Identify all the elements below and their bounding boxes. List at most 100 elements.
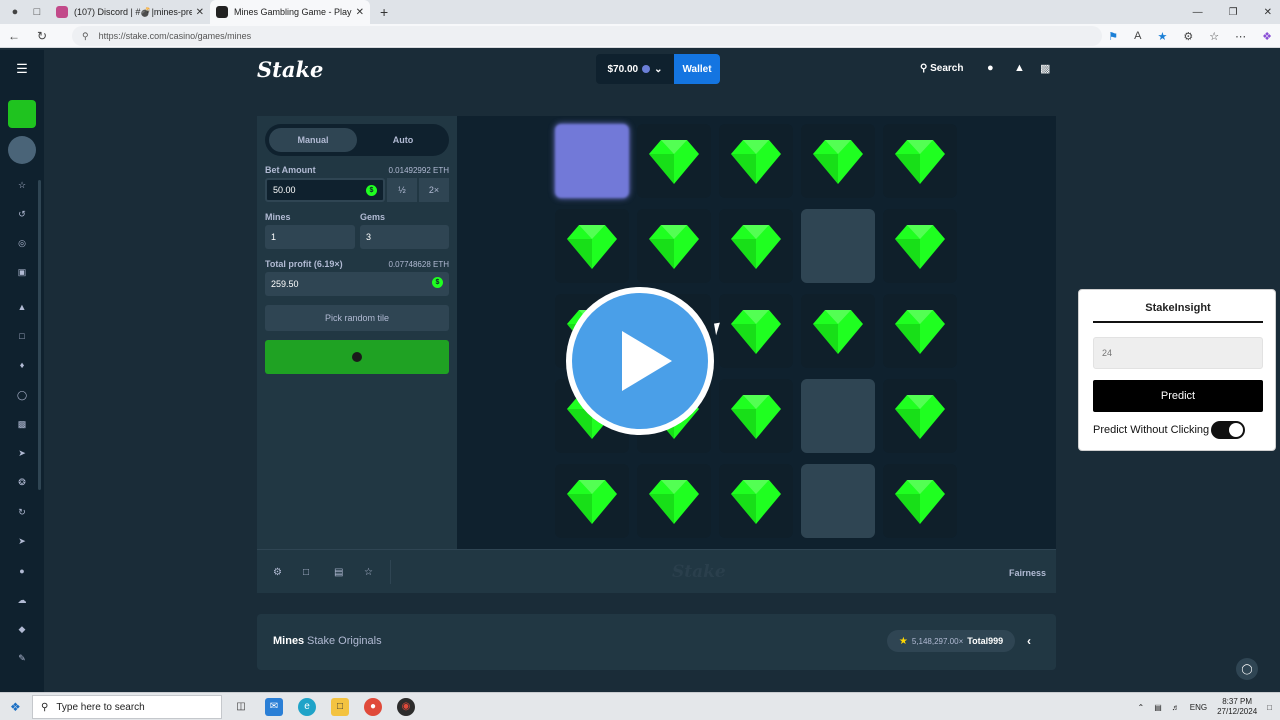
back-icon[interactable]: ← <box>0 29 28 43</box>
chevron-up-icon[interactable]: ⌃ <box>1138 703 1145 712</box>
tag-icon[interactable]: ⚑ <box>1108 30 1118 43</box>
gem-tile[interactable] <box>801 294 875 368</box>
network-icon[interactable]: ▤ <box>1154 703 1162 712</box>
gem-tile[interactable] <box>883 294 957 368</box>
cloud-icon[interactable]: ☁ <box>14 593 30 607</box>
close-window-icon[interactable]: ✕ <box>1264 7 1272 18</box>
gem-tile[interactable] <box>801 124 875 198</box>
selected-tile[interactable] <box>555 124 629 198</box>
menu-icon[interactable]: ☰ <box>14 62 30 76</box>
tab-auto[interactable]: Auto <box>361 128 445 152</box>
mines-input[interactable]: 1 <box>265 225 355 249</box>
gem-tile[interactable] <box>883 124 957 198</box>
file-explorer-icon[interactable]: □ <box>331 698 349 716</box>
history-icon[interactable]: ↺ <box>14 207 30 221</box>
tag-icon[interactable]: ➤ <box>14 534 30 548</box>
mines-count-input[interactable] <box>1093 337 1263 369</box>
recording-app-icon[interactable]: ◉ <box>397 698 415 716</box>
minimize-icon[interactable]: — <box>1193 7 1203 18</box>
gem-tile[interactable] <box>719 209 793 283</box>
headphones-icon[interactable]: ◯ <box>14 388 30 402</box>
favorites-icon[interactable]: ☆ <box>1209 30 1219 43</box>
balance-selector[interactable]: $70.00 ⌄ <box>596 54 674 84</box>
restore-icon[interactable]: ❐ <box>1229 7 1238 18</box>
star-icon[interactable]: ☆ <box>14 178 30 192</box>
chip-icon[interactable]: ❂ <box>14 475 30 489</box>
casino-icon[interactable] <box>8 100 36 128</box>
support-chat-button[interactable]: ◯ <box>1236 658 1258 680</box>
game-subtitle[interactable]: Stake Originals <box>307 635 382 647</box>
chrome-icon[interactable]: ● <box>364 698 382 716</box>
shield-icon[interactable]: ◆ <box>14 622 30 636</box>
close-tab-icon[interactable]: ✕ <box>356 7 364 18</box>
gem-tile[interactable] <box>637 209 711 283</box>
predict-without-clicking-toggle[interactable] <box>1211 421 1245 439</box>
fairness-link[interactable]: Fairness <box>1009 568 1046 578</box>
favorite-icon[interactable]: ☆ <box>364 567 373 578</box>
more-icon[interactable]: ⋯ <box>1235 30 1246 43</box>
pen-icon[interactable]: ✎ <box>14 651 30 665</box>
windows-start-icon[interactable]: ❖ <box>10 700 21 714</box>
tab-mines[interactable]: Mines Gambling Game - Play Ca ✕ <box>210 0 370 24</box>
slots-icon[interactable]: ♦ <box>14 358 30 372</box>
half-bet-button[interactable]: ½ <box>387 178 417 202</box>
sports-icon[interactable] <box>8 136 36 164</box>
trophy-icon[interactable]: ▣ <box>14 265 30 279</box>
settings-icon[interactable]: ⚙ <box>273 567 282 578</box>
chat-icon[interactable]: ▩ <box>1040 62 1050 75</box>
notifications-icon[interactable]: ▲ <box>1014 62 1025 74</box>
tab-actions-icon[interactable]: □ <box>30 5 44 19</box>
wallet-button[interactable]: Wallet <box>674 54 720 84</box>
url-field[interactable]: ⚲ https://stake.com/casino/games/mines <box>72 26 1102 46</box>
gem-tile[interactable] <box>555 464 629 538</box>
fire-icon[interactable]: ▲ <box>14 300 30 314</box>
gem-tile[interactable] <box>719 464 793 538</box>
tab-manual[interactable]: Manual <box>269 128 357 152</box>
gem-tile[interactable] <box>719 379 793 453</box>
refresh-icon[interactable]: ↻ <box>14 505 30 519</box>
drop-icon[interactable]: ● <box>14 564 30 578</box>
task-view-icon[interactable]: ◫ <box>232 698 250 716</box>
copilot-icon[interactable]: ❖ <box>1262 30 1272 43</box>
bookmark-icon[interactable]: □ <box>14 329 30 343</box>
target-icon[interactable]: ◎ <box>14 236 30 250</box>
double-bet-button[interactable]: 2× <box>419 178 449 202</box>
user-icon[interactable]: ● <box>987 62 994 74</box>
cashout-button[interactable] <box>265 340 449 374</box>
gem-tile[interactable] <box>555 209 629 283</box>
gem-tile[interactable] <box>883 379 957 453</box>
gem-tile[interactable] <box>637 464 711 538</box>
theatre-mode-icon[interactable]: □ <box>303 567 309 578</box>
gem-tile[interactable] <box>637 124 711 198</box>
gem-tile[interactable] <box>883 464 957 538</box>
hidden-tile[interactable] <box>801 209 875 283</box>
language-indicator[interactable]: ENG <box>1190 703 1207 712</box>
hidden-tile[interactable] <box>801 379 875 453</box>
volume-icon[interactable]: ♬ <box>1172 703 1180 712</box>
taskbar-search[interactable]: ⚲ Type here to search <box>32 695 222 719</box>
rocket-icon[interactable]: ➤ <box>14 446 30 460</box>
gift-icon[interactable]: ▩ <box>14 417 30 431</box>
extensions-icon[interactable]: ⚙ <box>1183 30 1193 43</box>
mail-icon[interactable]: ✉ <box>265 698 283 716</box>
new-tab-icon[interactable]: + <box>380 4 388 20</box>
notification-center-icon[interactable]: □ <box>1267 703 1272 712</box>
rail-scrollbar[interactable] <box>38 180 41 490</box>
gem-tile[interactable] <box>719 294 793 368</box>
bet-amount-input[interactable]: 50.00 $ <box>265 178 385 202</box>
pick-random-tile-button[interactable]: Pick random tile <box>265 305 449 331</box>
stats-icon[interactable]: ▤ <box>334 567 343 578</box>
favorite-star-icon[interactable]: ★ <box>1158 30 1168 43</box>
search-button[interactable]: ⚲ Search <box>920 63 963 74</box>
hidden-tile[interactable] <box>801 464 875 538</box>
stake-logo[interactable]: Stake <box>257 57 323 82</box>
clock[interactable]: 8:37 PM 27/12/2024 <box>1217 697 1257 717</box>
chevron-left-icon[interactable]: ‹ <box>1027 634 1031 648</box>
tab-discord[interactable]: (107) Discord | #💣|mines-predic ✕ <box>50 0 210 24</box>
gems-input[interactable]: 3 <box>360 225 449 249</box>
gem-tile[interactable] <box>883 209 957 283</box>
gem-tile[interactable] <box>719 124 793 198</box>
read-aloud-icon[interactable]: A <box>1134 30 1141 42</box>
predict-button[interactable]: Predict <box>1093 380 1263 412</box>
profile-icon[interactable]: ● <box>8 5 22 19</box>
